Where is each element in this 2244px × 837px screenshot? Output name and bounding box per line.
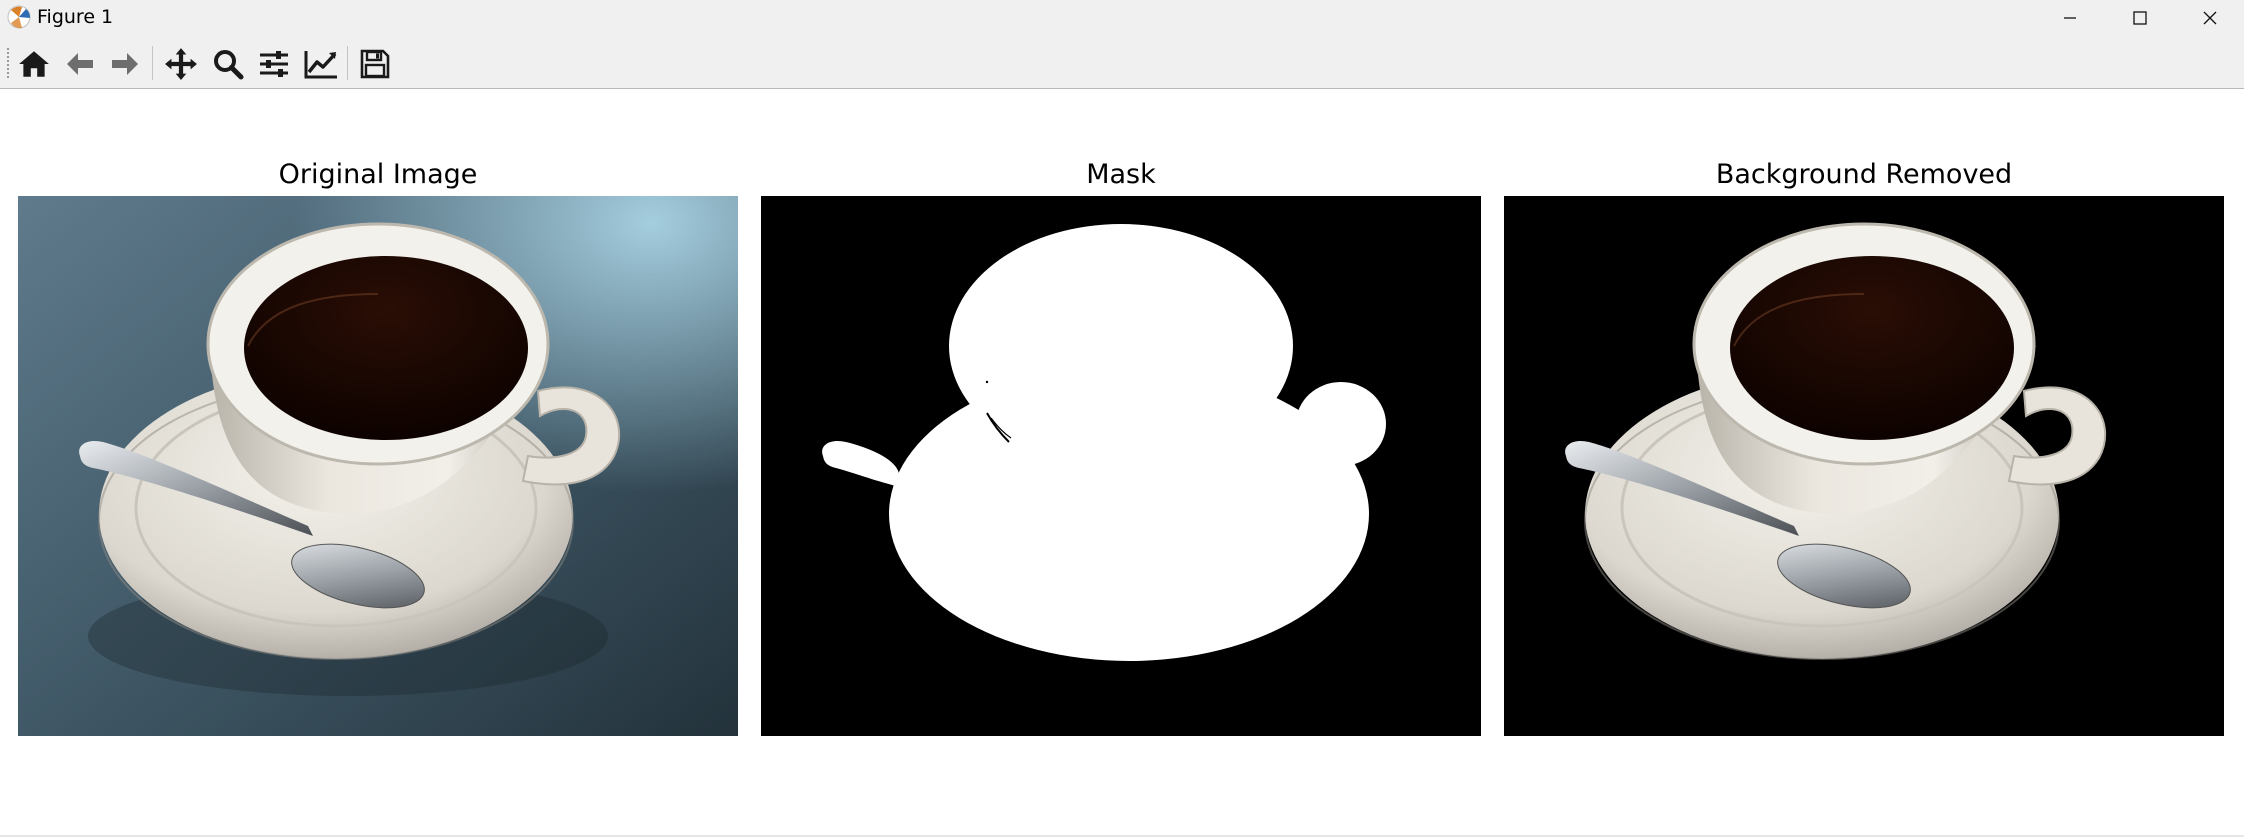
toolbar-separator	[347, 46, 348, 80]
edit-axis-button[interactable]	[301, 44, 341, 84]
toolbar-separator	[152, 46, 153, 80]
window-title: Figure 1	[37, 6, 114, 28]
toolbar-grip[interactable]	[7, 48, 11, 78]
maximize-icon	[2133, 11, 2147, 25]
configure-subplots-button[interactable]	[254, 44, 294, 84]
background-removed-axes	[1504, 196, 2224, 736]
original-image	[18, 196, 738, 736]
figure-canvas[interactable]: Original Image Mask Background Removed	[0, 89, 2244, 837]
home-button[interactable]	[14, 44, 54, 84]
line-chart-icon	[304, 51, 337, 79]
zoom-button[interactable]	[208, 44, 248, 84]
matplotlib-app-icon	[7, 5, 31, 29]
save-button[interactable]	[355, 44, 395, 84]
original-image-title: Original Image	[278, 159, 478, 190]
back-button[interactable]	[60, 44, 100, 84]
home-icon	[19, 51, 49, 77]
title-bar: Figure 1	[0, 0, 2244, 36]
background-removed-title: Background Removed	[1715, 159, 2013, 190]
minimize-icon	[2064, 17, 2076, 19]
move-icon	[165, 48, 197, 80]
mask-image	[761, 196, 1481, 736]
mask-axes	[761, 196, 1481, 736]
arrow-right-icon	[112, 53, 138, 75]
arrow-left-icon	[67, 53, 93, 75]
minimize-button[interactable]	[2036, 0, 2104, 36]
sliders-icon	[260, 51, 288, 77]
magnifier-icon	[214, 50, 244, 80]
original-image-axes	[18, 196, 738, 736]
pan-button[interactable]	[161, 44, 201, 84]
navigation-toolbar	[0, 36, 2244, 89]
floppy-disk-icon	[360, 49, 390, 79]
close-button[interactable]	[2176, 0, 2244, 36]
background-removed-image	[1504, 196, 2224, 736]
close-icon	[2203, 11, 2217, 25]
mask-title: Mask	[1086, 159, 1156, 190]
maximize-button[interactable]	[2106, 0, 2174, 36]
forward-button[interactable]	[105, 44, 145, 84]
